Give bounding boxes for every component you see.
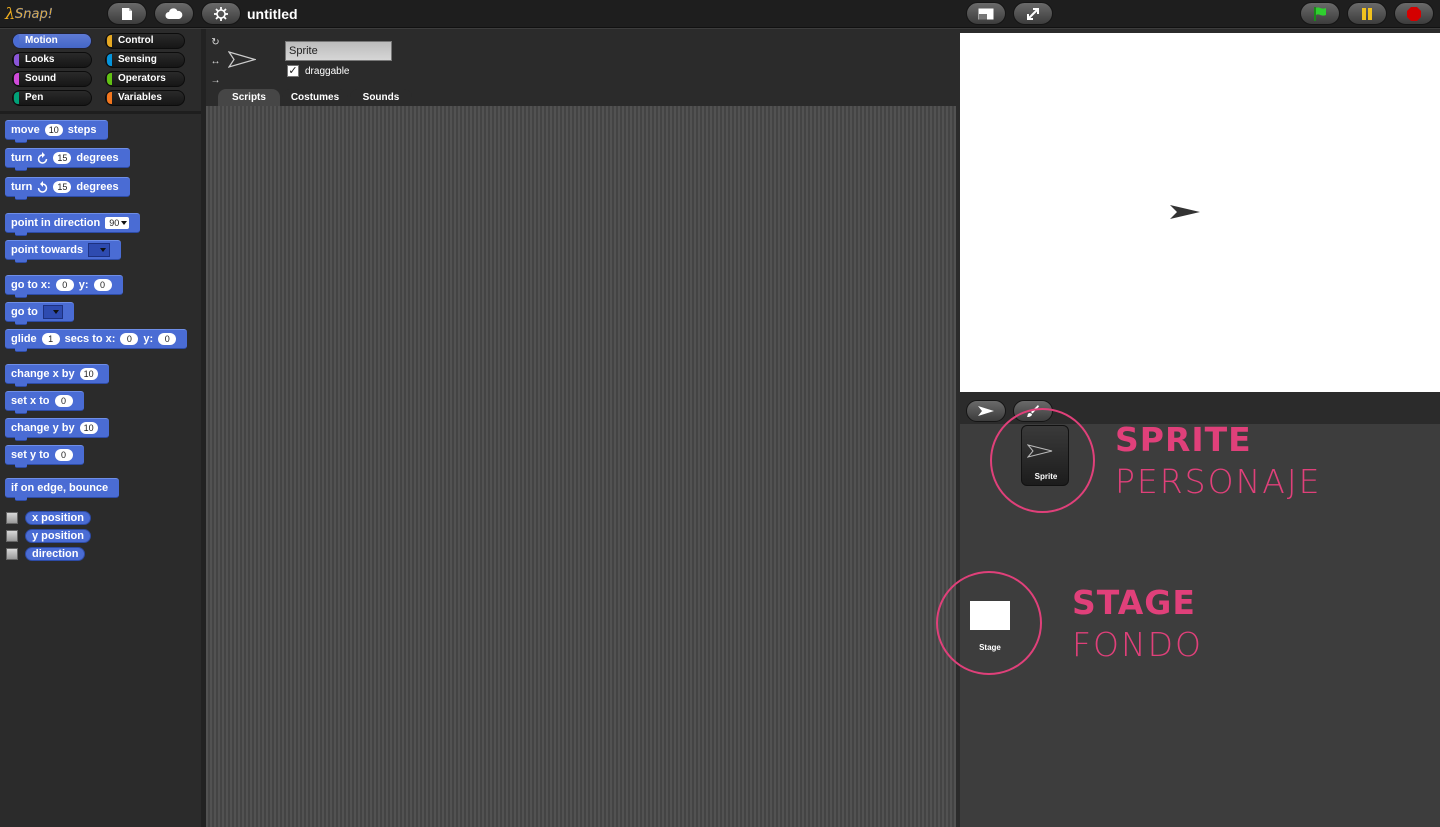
block-go-to[interactable]: go to [5,302,74,325]
category-control[interactable]: Control [105,33,185,49]
category-motion[interactable]: Motion [12,33,92,49]
block-turn-counterclockwise[interactable]: turn 15 degrees [5,177,130,200]
top-bar: λ Snap! untitled [0,0,1440,28]
rotation-style-leftright-icon[interactable]: ↔ [209,55,222,68]
block-change-y[interactable]: change y by 10 [5,418,109,441]
block-move[interactable]: move 10 steps [5,120,108,143]
stage-highlight-circle [936,571,1042,675]
logo-text: Snap! [15,7,53,22]
annotation-sprite-title: SPRITE [1115,420,1252,459]
stage-size-button[interactable] [966,2,1006,25]
category-looks[interactable]: Looks [12,52,92,68]
rotate-clockwise-icon [38,152,48,164]
direction-dropdown[interactable]: 90 [105,217,130,229]
category-pen[interactable]: Pen [12,90,92,106]
block-point-in-direction[interactable]: point in direction 90 [5,213,141,236]
block-set-x[interactable]: set x to 0 [5,391,84,414]
project-title: untitled [247,6,298,22]
pause-button[interactable] [1347,2,1387,25]
reporter-x-position[interactable]: x position [25,511,91,525]
snap-logo[interactable]: λ Snap! [3,2,53,25]
green-flag-button[interactable] [1300,2,1340,25]
annotation-sprite-subtitle: PERSONAJE [1115,462,1322,501]
category-variables[interactable]: Variables [105,90,185,106]
category-sound[interactable]: Sound [12,71,92,87]
fullscreen-button[interactable] [1013,2,1053,25]
block-turn-clockwise[interactable]: turn 15 degrees [5,148,130,171]
watcher-checkbox-y-position[interactable] [6,530,18,542]
annotation-stage-subtitle: FONDO [1072,625,1204,664]
block-if-on-edge-bounce[interactable]: if on edge, bounce [5,478,120,501]
stop-icon [1407,6,1421,21]
rotation-style-none-icon[interactable]: → [209,74,222,87]
file-icon [122,7,132,20]
tab-scripts[interactable]: Scripts [218,89,280,107]
category-operators[interactable]: Operators [105,71,185,87]
block-change-x[interactable]: change x by 10 [5,364,109,387]
scripting-area[interactable] [206,106,956,827]
sprite-arrow[interactable] [1169,204,1201,220]
rotate-counterclockwise-icon [38,181,48,193]
sprite-thumbnail-icon [228,51,256,68]
block-glide[interactable]: glide 1 secs to x: 0 y: 0 [5,329,188,352]
annotation-stage-title: STAGE [1072,583,1196,622]
pause-icon [1362,7,1372,20]
towards-dropdown[interactable] [88,243,111,257]
watcher-checkbox-direction[interactable] [6,548,18,560]
cloud-button[interactable] [154,2,194,25]
turtle-arrow-icon [978,406,994,416]
cloud-icon [165,7,183,19]
goto-dropdown[interactable] [42,305,63,319]
new-project-button[interactable] [107,2,147,25]
add-turtle-sprite-button[interactable] [966,400,1006,422]
gear-icon [214,6,228,21]
draggable-label: draggable [305,66,350,77]
reporter-y-position[interactable]: y position [25,529,91,543]
block-point-towards[interactable]: point towards [5,240,122,263]
rotation-style-rotate-icon[interactable]: ↻ [209,36,222,49]
category-selector: Motion Control Looks Sensing Sound Opera… [0,29,201,111]
expand-icon [1027,7,1039,20]
draggable-checkbox[interactable]: ✓ [287,65,299,77]
green-flag-icon [1314,6,1326,21]
watcher-checkbox-x-position[interactable] [6,512,18,524]
svg-text:λ: λ [4,4,15,23]
category-sensing[interactable]: Sensing [105,52,185,68]
block-set-y[interactable]: set y to 0 [5,445,84,468]
tab-sounds[interactable]: Sounds [350,89,412,107]
block-go-to-xy[interactable]: go to x: 0 y: 0 [5,275,123,298]
tab-costumes[interactable]: Costumes [282,89,348,107]
block-palette: move 10 steps turn 15 degrees turn 15 degree… [0,114,201,827]
sprite-highlight-circle [990,408,1095,513]
reporter-direction[interactable]: direction [25,547,86,561]
stage-size-icon [978,8,994,19]
sprite-name-field[interactable]: Sprite [285,41,392,61]
settings-button[interactable] [201,2,241,25]
stage[interactable] [960,33,1440,392]
stop-button[interactable] [1394,2,1434,25]
